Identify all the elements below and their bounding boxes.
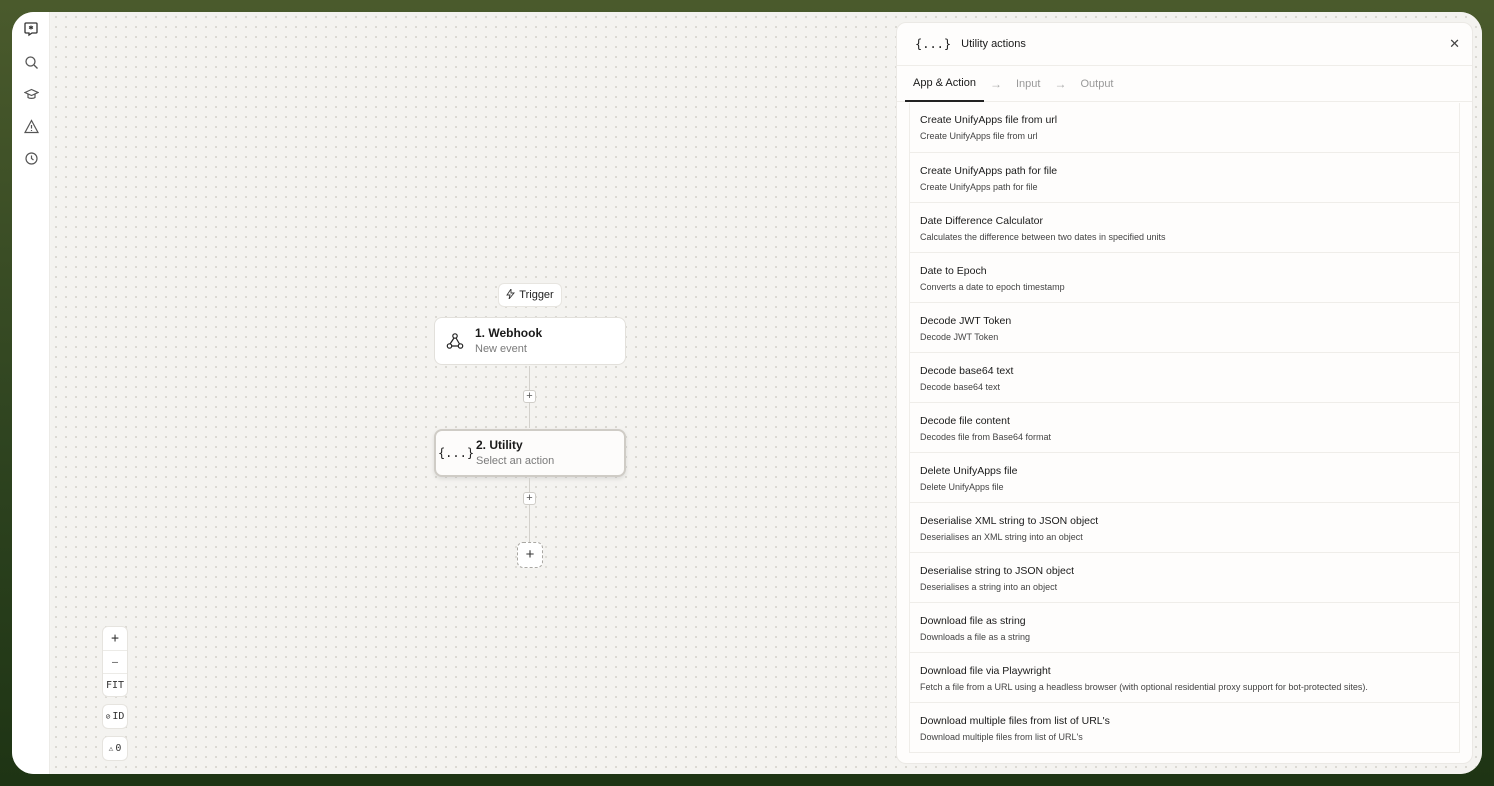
arrow-right-icon: → (1054, 76, 1067, 91)
id-toggle[interactable]: ⊘ ID (102, 704, 128, 729)
warnings-count: 0 (115, 743, 122, 754)
action-title: Deserialise XML string to JSON object (920, 515, 1099, 527)
node-title: 1. Webhook (475, 325, 543, 340)
logo-icon[interactable] (21, 19, 41, 39)
history-icon[interactable] (21, 148, 41, 168)
action-title: Date Difference Calculator (920, 215, 1043, 227)
step-tabs: App & Action → Input → Output (897, 66, 1472, 102)
action-title: Decode file content (920, 415, 1010, 427)
action-item[interactable]: Deserialise string to JSON object Deseri… (910, 553, 1459, 603)
action-item[interactable]: Date to Epoch Converts a date to epoch t… (910, 253, 1459, 303)
connector-line (529, 478, 530, 542)
action-description: Calculates the difference between two da… (920, 232, 1166, 242)
utility-actions-panel: {...} Utility actions ✕ App & Action → I… (896, 22, 1473, 764)
action-item[interactable]: Decode JWT Token Decode JWT Token (910, 303, 1459, 353)
tab-app-action[interactable]: App & Action (905, 66, 984, 102)
search-icon[interactable] (21, 52, 41, 72)
node-title: 2. Utility (476, 437, 523, 452)
trigger-label: Trigger (519, 289, 554, 301)
braces-icon: {...} (437, 446, 475, 460)
action-title: Date to Epoch (920, 265, 987, 277)
action-item[interactable]: Download file as string Downloads a file… (910, 603, 1459, 653)
action-item[interactable]: Create UnifyApps file from url Create Un… (910, 103, 1459, 153)
action-description: Create UnifyApps file from url (920, 131, 1038, 141)
zoom-in-button[interactable]: + (103, 627, 127, 650)
action-description: Decode base64 text (920, 382, 1001, 392)
action-item[interactable]: Download file via Playwright Fetch a fil… (910, 653, 1459, 703)
action-description: Deserialises a string into an object (920, 582, 1058, 592)
action-title: Create UnifyApps file from url (920, 114, 1058, 126)
close-icon[interactable]: ✕ (1449, 36, 1460, 52)
warning-icon: ⚠ (108, 744, 114, 753)
action-item[interactable]: Download multiple files from list of URL… (910, 703, 1459, 753)
trigger-badge: Trigger (498, 283, 562, 307)
action-description: Delete UnifyApps file (920, 482, 1004, 492)
action-description: Decodes file from Base64 format (920, 432, 1052, 442)
actions-list: Create UnifyApps file from url Create Un… (909, 103, 1460, 753)
tab-output[interactable]: Output (1072, 66, 1121, 102)
insert-step-button[interactable]: + (523, 390, 536, 403)
add-step-button[interactable]: + (517, 542, 543, 568)
id-toggle-inner: ⊘ ID (103, 705, 127, 728)
action-title: Download file via Playwright (920, 665, 1051, 677)
arrow-right-icon: → (990, 76, 1002, 91)
action-description: Deserialises an XML string into an objec… (920, 532, 1083, 542)
webhook-node[interactable]: 1. Webhook New event (434, 317, 626, 365)
fit-view-button[interactable]: FIT (103, 673, 127, 696)
node-subtitle: New event (475, 342, 527, 355)
node-subtitle: Select an action (476, 454, 555, 467)
action-item[interactable]: Decode file content Decodes file from Ba… (910, 403, 1459, 453)
action-title: Decode base64 text (920, 365, 1014, 377)
webhook-icon (445, 331, 465, 351)
action-item[interactable]: Delete UnifyApps file Delete UnifyApps f… (910, 453, 1459, 503)
insert-step-button[interactable]: + (523, 492, 536, 505)
action-title: Delete UnifyApps file (920, 465, 1018, 477)
utility-node[interactable]: {...} 2. Utility Select an action (434, 429, 626, 477)
action-title: Create UnifyApps path for file (920, 165, 1058, 177)
left-rail (12, 12, 50, 774)
action-description: Downloads a file as a string (920, 632, 1031, 642)
action-item[interactable]: Deserialise XML string to JSON object De… (910, 503, 1459, 553)
eye-off-icon: ⊘ (105, 712, 111, 721)
warning-icon[interactable] (21, 116, 41, 136)
zoom-out-button[interactable]: — (103, 650, 127, 673)
action-title: Deserialise string to JSON object (920, 565, 1075, 577)
lightning-icon (506, 287, 516, 302)
app-window: Trigger 1. Webhook New event + {...} 2. … (12, 12, 1482, 774)
action-title: Download multiple files from list of URL… (920, 715, 1110, 727)
action-item[interactable]: Date Difference Calculator Calculates th… (910, 203, 1459, 253)
action-description: Download multiple files from list of URL… (920, 732, 1083, 742)
graduation-cap-icon[interactable] (21, 84, 41, 104)
action-item[interactable]: Decode base64 text Decode base64 text (910, 353, 1459, 403)
action-description: Fetch a file from a URL using a headless… (920, 682, 1368, 692)
action-title: Decode JWT Token (920, 315, 1012, 327)
zoom-controls: + — FIT (102, 626, 128, 697)
action-description: Create UnifyApps path for file (920, 182, 1038, 192)
panel-title: Utility actions (961, 38, 1026, 50)
tab-input[interactable]: Input (1008, 66, 1048, 102)
action-description: Converts a date to epoch timestamp (920, 282, 1065, 292)
panel-header: {...} Utility actions ✕ (897, 23, 1472, 66)
warnings-counter[interactable]: ⚠ 0 (102, 736, 128, 761)
id-label: ID (112, 711, 125, 722)
action-title: Download file as string (920, 615, 1026, 627)
action-description: Decode JWT Token (920, 332, 999, 342)
braces-icon: {...} (915, 37, 952, 51)
warnings-inner: ⚠ 0 (103, 737, 127, 760)
action-item[interactable]: Create UnifyApps path for file Create Un… (910, 153, 1459, 203)
